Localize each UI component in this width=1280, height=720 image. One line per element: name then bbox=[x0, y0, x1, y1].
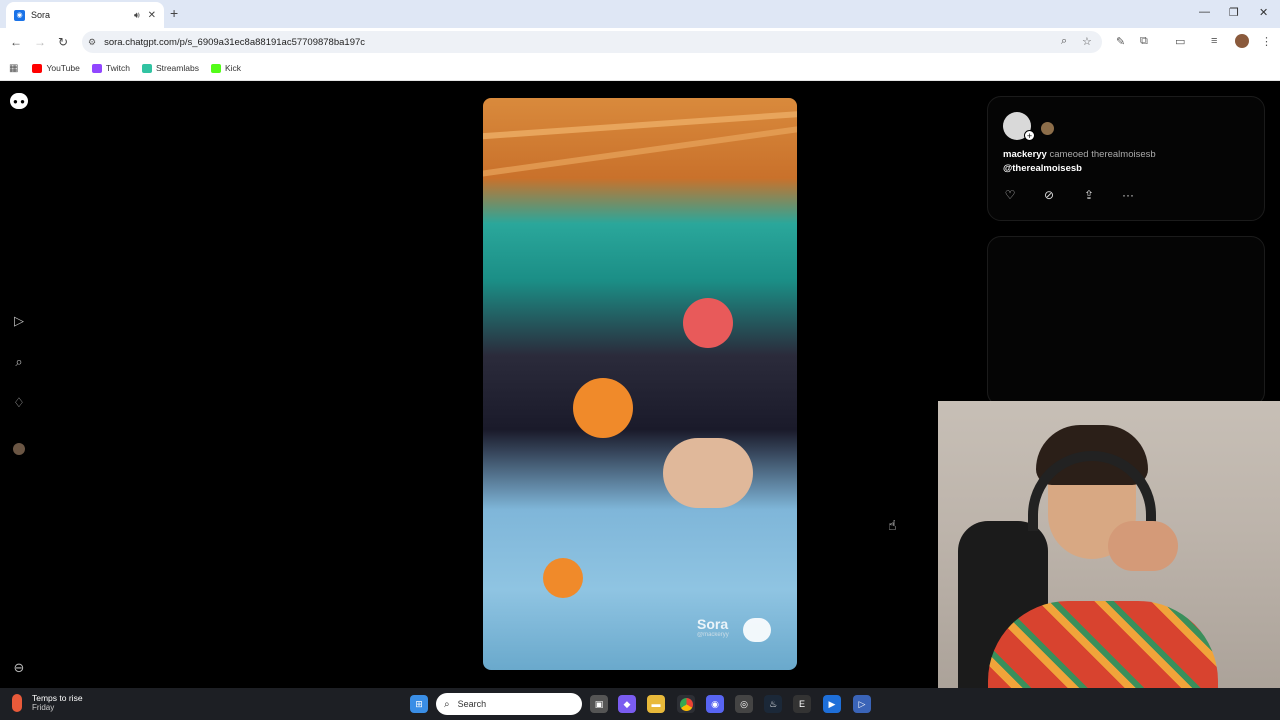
author-name[interactable]: mackeryy bbox=[1003, 149, 1047, 160]
flower-pattern bbox=[543, 558, 583, 598]
tab-sora[interactable]: ◉ Sora 🔊︎ ✕ bbox=[6, 2, 164, 28]
windows-start-icon[interactable]: ⊞ bbox=[410, 695, 428, 713]
notifications-bell-icon[interactable]: ♢ bbox=[11, 395, 27, 411]
steam-icon[interactable]: ♨ bbox=[764, 695, 782, 713]
action-text: cameoed bbox=[1049, 149, 1089, 160]
bookmark-star-icon[interactable]: ☆ bbox=[1082, 35, 1092, 48]
new-tab-icon[interactable]: + bbox=[170, 5, 178, 21]
thermometer-icon bbox=[12, 693, 22, 712]
post-credit: mackeryy cameoed therealmoisesb bbox=[1003, 149, 1156, 160]
file-explorer-icon[interactable]: ▬ bbox=[647, 695, 665, 713]
tab-strip: ◉ Sora 🔊︎ ✕ + — ❐ ✕ bbox=[0, 0, 1280, 28]
minimize-icon[interactable]: — bbox=[1199, 6, 1210, 18]
hand-cursor-icon: ☝ bbox=[888, 517, 897, 533]
sora-ghost-icon bbox=[743, 618, 771, 642]
zoom-icon[interactable]: ⌕ bbox=[1061, 35, 1067, 48]
apps-grid-icon[interactable]: ▦ bbox=[9, 63, 18, 74]
bookmark-kick[interactable]: Kick bbox=[210, 63, 241, 73]
epic-games-icon[interactable]: E bbox=[793, 695, 811, 713]
profile-avatar-icon[interactable] bbox=[11, 441, 27, 457]
webcam-overlay bbox=[938, 401, 1280, 720]
weather-sub: Friday bbox=[32, 703, 55, 712]
speaker-icon[interactable]: 🔊︎ bbox=[134, 10, 140, 21]
windows-taskbar: Temps to rise Friday ⊞ ⌕ Search ▣ ◆ ▬ ◉ … bbox=[0, 688, 1280, 720]
flower-pattern bbox=[663, 438, 753, 508]
tab-close-icon[interactable]: ✕ bbox=[148, 10, 156, 21]
discord-icon[interactable]: ◉ bbox=[706, 695, 724, 713]
search-placeholder: Search bbox=[457, 699, 487, 709]
flower-pattern bbox=[683, 298, 733, 348]
sora-logo-icon[interactable]: ● ● bbox=[10, 93, 28, 109]
bookmark-streamlabs[interactable]: Streamlabs bbox=[141, 63, 199, 73]
search-icon: ⌕ bbox=[444, 698, 450, 710]
weather-widget[interactable]: Temps to rise Friday bbox=[12, 693, 83, 712]
browser-toolbar: ← → ↻ ⚙ sora.chatgpt.com/p/s_6909a31ec8a… bbox=[0, 28, 1280, 56]
obs-icon[interactable]: ◎ bbox=[735, 695, 753, 713]
restore-icon[interactable]: ❐ bbox=[1229, 6, 1239, 19]
copilot-icon[interactable]: ◆ bbox=[618, 695, 636, 713]
bookmarks-bar: ▦ YouTube Twitch Streamlabs Kick bbox=[0, 56, 1280, 81]
streamer-hand bbox=[1108, 521, 1178, 571]
share-icon[interactable]: ⇪ bbox=[1081, 187, 1097, 203]
extension-icon[interactable]: ✎ bbox=[1116, 35, 1125, 48]
mention-link[interactable]: @therealmoisesb bbox=[1003, 163, 1082, 174]
profile-avatar[interactable] bbox=[1235, 34, 1249, 48]
youtube-icon bbox=[32, 63, 43, 73]
tab-title: Sora bbox=[31, 10, 51, 20]
extensions-puzzle-icon[interactable]: ⧉ bbox=[1140, 35, 1148, 48]
sora-favicon-icon: ◉ bbox=[14, 9, 25, 21]
sora-watermark: Sora bbox=[697, 616, 729, 632]
media-icon[interactable]: ≡ bbox=[1211, 35, 1217, 47]
more-dots-icon[interactable]: ··· bbox=[1120, 187, 1136, 203]
weather-title: Temps to rise bbox=[32, 693, 83, 703]
follow-plus-icon[interactable]: + bbox=[1024, 130, 1035, 141]
more-options-icon[interactable]: ⊖ bbox=[11, 660, 27, 676]
cameo-avatar[interactable] bbox=[1041, 122, 1054, 135]
streamlabs-icon bbox=[141, 63, 152, 73]
kick-icon bbox=[210, 63, 221, 73]
address-bar[interactable]: ⚙ sora.chatgpt.com/p/s_6909a31ec8a88191a… bbox=[82, 31, 1102, 53]
cameo-user[interactable]: therealmoisesb bbox=[1091, 149, 1155, 160]
search-icon[interactable]: ⌕ bbox=[11, 354, 27, 370]
bookmark-youtube[interactable]: YouTube bbox=[32, 63, 80, 73]
remix-icon[interactable]: ⊘ bbox=[1041, 187, 1057, 203]
back-icon[interactable]: ← bbox=[10, 35, 22, 49]
video-player[interactable]: Sora @mackeryy bbox=[483, 98, 797, 670]
menu-dots-icon[interactable]: ⋮ bbox=[1261, 35, 1272, 48]
comments-panel bbox=[987, 236, 1265, 406]
video-feed-icon[interactable]: ▷ bbox=[11, 313, 27, 329]
twitch-icon bbox=[91, 63, 102, 73]
bookmark-twitch[interactable]: Twitch bbox=[91, 63, 130, 73]
post-info-card: + mackeryy cameoed therealmoisesb @there… bbox=[987, 96, 1265, 221]
site-info-icon[interactable]: ⚙ bbox=[88, 37, 96, 48]
active-app-icon[interactable]: ▷ bbox=[853, 695, 871, 713]
app-icon[interactable]: ▶ bbox=[823, 695, 841, 713]
like-heart-icon[interactable]: ♡ bbox=[1002, 187, 1018, 203]
watermark-handle: @mackeryy bbox=[697, 632, 729, 638]
taskbar-search[interactable]: ⌕ Search bbox=[436, 693, 582, 715]
chrome-icon[interactable] bbox=[677, 695, 695, 713]
task-view-icon[interactable]: ▣ bbox=[590, 695, 608, 713]
reload-icon[interactable]: ↻ bbox=[58, 35, 68, 49]
url-text: sora.chatgpt.com/p/s_6909a31ec8a88191ac5… bbox=[104, 36, 366, 48]
browser-chrome: ◉ Sora 🔊︎ ✕ + — ❐ ✕ ← → ↻ ⚙ sora.chatgpt… bbox=[0, 0, 1280, 81]
cast-icon[interactable]: ▭ bbox=[1175, 35, 1185, 48]
forward-icon[interactable]: → bbox=[34, 35, 46, 49]
window-close-icon[interactable]: ✕ bbox=[1259, 6, 1268, 19]
flower-pattern bbox=[573, 378, 633, 438]
